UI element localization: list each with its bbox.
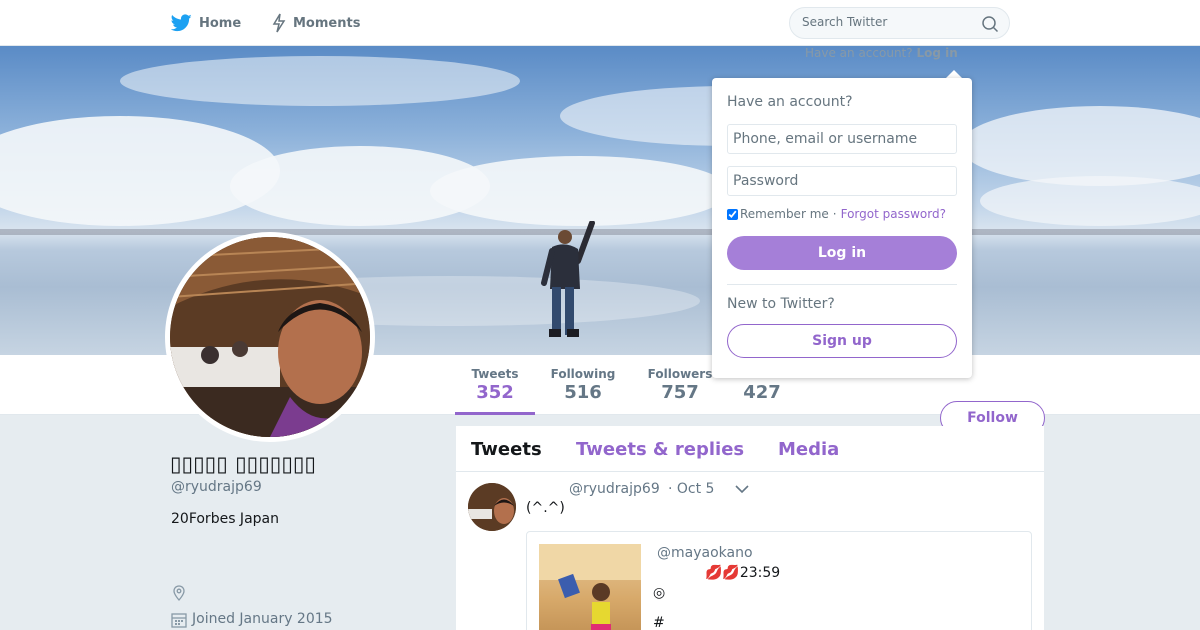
password-field[interactable]	[727, 166, 957, 196]
avatar[interactable]	[165, 232, 375, 442]
active-tab-indicator	[455, 412, 535, 415]
tab-tweets-replies[interactable]: Tweets & replies	[576, 439, 744, 460]
stat-label: Tweets	[471, 367, 519, 381]
quoted-tweet-text: ◎	[653, 585, 666, 601]
quoted-tweet-text: 💋💋23:59	[705, 565, 781, 581]
nav-moments[interactable]: Moments	[272, 12, 360, 34]
profile-bio: 20Forbes Japan	[171, 511, 279, 527]
tweet-text: (^.^)	[526, 500, 565, 516]
stat-value: 757	[661, 382, 699, 403]
chevron-down-icon[interactable]	[735, 484, 749, 494]
quoted-tweet-text: #	[653, 615, 665, 630]
stat-following[interactable]: Following 516	[545, 367, 621, 403]
remember-row: Remember me · Forgot password?	[727, 207, 946, 221]
profile-handle[interactable]: @ryudrajp69	[171, 479, 262, 495]
timeline-tabs: Tweets Tweets & replies Media	[456, 426, 1044, 472]
tab-media[interactable]: Media	[778, 439, 839, 460]
search-box[interactable]	[789, 7, 1010, 39]
quoted-tweet[interactable]: @mayaokano 💋💋23:59 ◎ #	[526, 531, 1032, 630]
nav-home[interactable]: Home	[171, 12, 241, 34]
tweet-date[interactable]: · Oct 5	[668, 481, 714, 497]
stat-label: Following	[550, 367, 616, 381]
lightning-icon	[272, 13, 286, 33]
stat-followers[interactable]: Followers 757	[644, 367, 716, 403]
stat-value: 352	[476, 382, 514, 403]
signup-button[interactable]: Sign up	[727, 324, 957, 358]
login-hint-link[interactable]: Log in	[916, 46, 957, 60]
joined-date: Joined January 2015	[192, 611, 333, 627]
divider	[727, 284, 957, 285]
username-field[interactable]	[727, 124, 957, 154]
forgot-password-link[interactable]: Forgot password?	[841, 207, 946, 221]
avatar-photo	[170, 237, 370, 437]
quoted-tweet-image	[539, 544, 641, 630]
top-nav: Home Moments	[0, 0, 1200, 46]
stat-value: 427	[743, 382, 781, 403]
separator: ·	[832, 207, 837, 221]
tweet-avatar[interactable]	[468, 483, 516, 531]
tweet-avatar-photo	[468, 483, 516, 531]
tweet-handle[interactable]: @ryudrajp69	[569, 481, 660, 497]
tab-tweets[interactable]: Tweets	[471, 439, 542, 460]
login-title: Have an account?	[727, 94, 853, 110]
login-dropdown: Have an account? Remember me · Forgot pa…	[712, 78, 972, 378]
twitter-bird-icon	[171, 14, 192, 32]
nav-home-label: Home	[199, 15, 242, 31]
profile-name: ▯▯▯▯▯ ▯▯▯▯▯▯▯	[170, 452, 316, 476]
location-icon	[173, 585, 185, 601]
nav-moments-label: Moments	[293, 15, 361, 31]
remember-label[interactable]: Remember me	[740, 207, 829, 221]
person-figure	[541, 221, 595, 337]
login-hint-text: Have an account?	[805, 46, 913, 60]
timeline: Tweets Tweets & replies Media @ryudrajp6…	[456, 426, 1044, 630]
login-button[interactable]: Log in	[727, 236, 957, 270]
stat-tweets[interactable]: Tweets 352	[455, 367, 535, 403]
quoted-tweet-photo	[539, 544, 641, 630]
search-icon[interactable]	[981, 15, 999, 33]
remember-checkbox[interactable]	[727, 208, 738, 220]
stat-value: 516	[564, 382, 602, 403]
login-hint: Have an account? Log in	[805, 46, 958, 60]
quoted-tweet-handle[interactable]: @mayaokano	[657, 545, 753, 561]
search-input[interactable]	[802, 15, 972, 29]
stat-label: Followers	[647, 367, 713, 381]
new-to-twitter-label: New to Twitter?	[727, 296, 835, 312]
calendar-icon	[171, 613, 187, 628]
